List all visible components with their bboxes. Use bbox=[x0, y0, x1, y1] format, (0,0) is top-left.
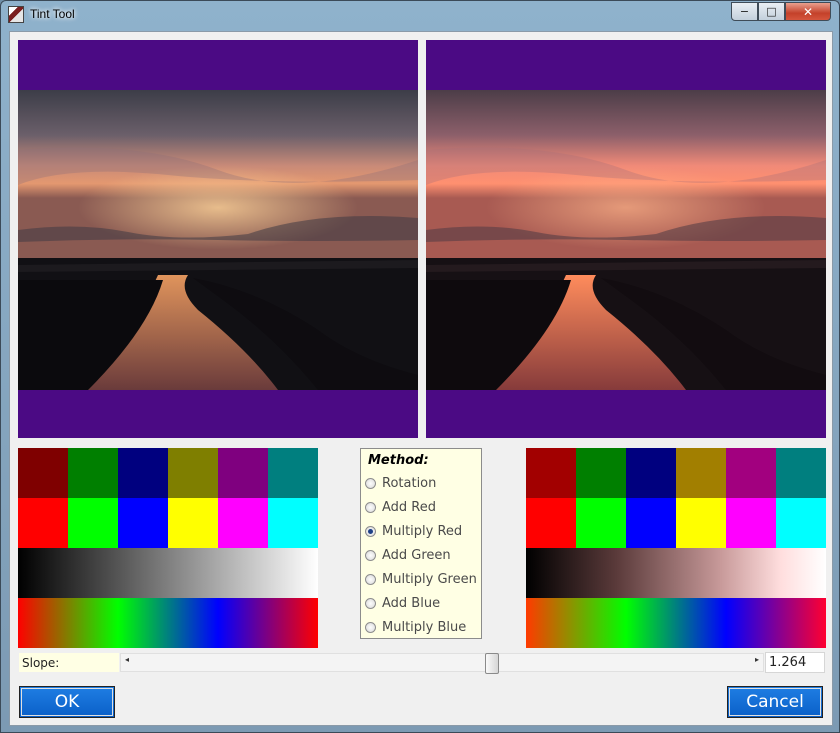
color-swatch bbox=[118, 498, 168, 548]
radio-button-icon[interactable] bbox=[365, 549, 376, 561]
gray-ramp bbox=[18, 548, 318, 598]
scroll-right-arrow[interactable]: ▸ bbox=[755, 655, 759, 664]
tinted-sunset-photo bbox=[426, 90, 826, 390]
color-swatch bbox=[268, 448, 318, 498]
method-option-label: Multiply Blue bbox=[382, 619, 467, 635]
dark-swatch-row bbox=[18, 448, 318, 498]
method-option-label: Add Red bbox=[382, 499, 436, 515]
color-swatch bbox=[218, 498, 268, 548]
minimize-button[interactable]: − bbox=[731, 2, 758, 21]
color-swatch bbox=[68, 448, 118, 498]
window-title: Tint Tool bbox=[30, 7, 75, 21]
radio-button-icon[interactable] bbox=[365, 597, 376, 609]
title-bar[interactable]: Tint Tool − □ ✕ bbox=[1, 1, 839, 29]
method-option-label: Add Blue bbox=[382, 595, 441, 611]
method-option-label: Add Green bbox=[382, 547, 451, 563]
color-swatch bbox=[626, 498, 676, 548]
color-swatch bbox=[676, 498, 726, 548]
method-option-add-blue[interactable]: Add Blue bbox=[365, 593, 440, 613]
color-swatch bbox=[168, 498, 218, 548]
tinted-swatches bbox=[526, 448, 826, 648]
method-group: Method: Rotation Add Red Multiply Red Add G… bbox=[360, 448, 482, 639]
hue-ramp bbox=[526, 598, 826, 648]
color-swatch bbox=[726, 448, 776, 498]
color-swatch bbox=[676, 448, 726, 498]
tint-tool-window: Tint Tool − □ ✕ Method: Rotation Add Red… bbox=[0, 0, 840, 733]
method-option-add-red[interactable]: Add Red bbox=[365, 497, 436, 517]
color-swatch bbox=[168, 448, 218, 498]
slope-label: Slope: bbox=[19, 653, 119, 672]
color-swatch bbox=[526, 498, 576, 548]
radio-button-icon[interactable] bbox=[365, 525, 376, 537]
method-title: Method: bbox=[368, 453, 429, 468]
color-swatch bbox=[268, 498, 318, 548]
gray-ramp-tinted bbox=[526, 548, 826, 598]
color-swatch bbox=[626, 448, 676, 498]
maximize-button[interactable]: □ bbox=[758, 2, 785, 21]
slope-slider[interactable]: ◂ ▸ bbox=[120, 653, 764, 674]
dialog-body: Method: Rotation Add Red Multiply Red Add G… bbox=[9, 31, 833, 726]
method-option-multiply-red[interactable]: Multiply Red bbox=[365, 521, 462, 541]
slope-value-field[interactable]: 1.264 bbox=[765, 652, 825, 673]
close-button[interactable]: ✕ bbox=[785, 2, 831, 21]
method-option-label: Multiply Green bbox=[382, 571, 477, 587]
method-option-label: Rotation bbox=[382, 475, 437, 491]
scroll-left-arrow[interactable]: ◂ bbox=[125, 655, 129, 664]
method-option-multiply-blue[interactable]: Multiply Blue bbox=[365, 617, 466, 637]
color-swatch bbox=[68, 498, 118, 548]
color-swatch bbox=[576, 448, 626, 498]
radio-button-icon[interactable] bbox=[365, 621, 376, 633]
color-swatch bbox=[526, 448, 576, 498]
slider-thumb[interactable] bbox=[485, 653, 500, 674]
color-swatch bbox=[118, 448, 168, 498]
color-swatch bbox=[576, 498, 626, 548]
original-sunset-photo bbox=[18, 90, 418, 390]
cancel-button[interactable]: Cancel bbox=[727, 686, 823, 718]
method-option-multiply-green[interactable]: Multiply Green bbox=[365, 569, 477, 589]
radio-button-icon[interactable] bbox=[365, 477, 376, 489]
bright-swatch-row bbox=[18, 498, 318, 548]
color-swatch bbox=[776, 498, 826, 548]
radio-button-icon[interactable] bbox=[365, 501, 376, 513]
radio-button-icon[interactable] bbox=[365, 573, 376, 585]
app-icon bbox=[8, 6, 24, 23]
original-swatches bbox=[18, 448, 318, 648]
bright-swatch-row bbox=[526, 498, 826, 548]
method-option-add-green[interactable]: Add Green bbox=[365, 545, 451, 565]
method-option-rotation[interactable]: Rotation bbox=[365, 473, 436, 493]
color-swatch bbox=[18, 498, 68, 548]
tinted-image-panel bbox=[426, 40, 826, 438]
color-swatch bbox=[776, 448, 826, 498]
hue-ramp bbox=[18, 598, 318, 648]
original-image-panel bbox=[18, 40, 418, 438]
dark-swatch-row bbox=[526, 448, 826, 498]
color-swatch bbox=[18, 448, 68, 498]
method-option-label: Multiply Red bbox=[382, 523, 463, 539]
color-swatch bbox=[218, 448, 268, 498]
ok-button[interactable]: OK bbox=[19, 686, 115, 718]
color-swatch bbox=[726, 498, 776, 548]
